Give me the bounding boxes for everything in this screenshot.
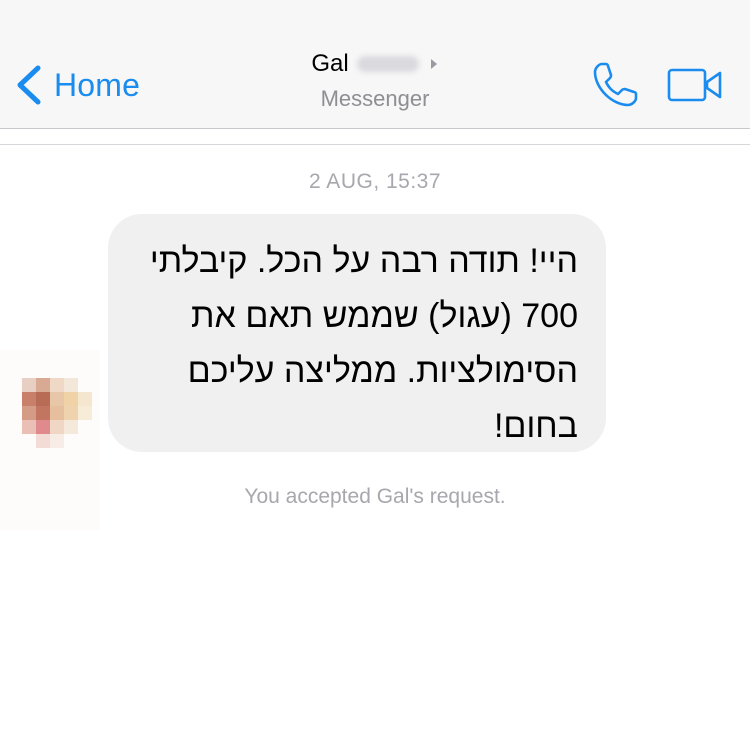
incoming-message-bubble[interactable]: היי! תודה רבה על הכל. קיבלתי 700 (עגול) … [108,214,606,452]
messenger-thread-screen: Home Gal Messenger 2 AUG, 15:37 היי! תוד… [0,0,750,749]
request-accepted-note: You accepted Gal's request. [244,485,506,508]
chevron-left-icon [17,65,41,105]
navigation-bar: Home Gal Messenger [0,0,750,129]
title-row: Gal [240,46,510,82]
back-button-label: Home [54,66,141,103]
blurred-last-name [356,56,419,72]
message-timestamp: 2 AUG, 15:37 [308,170,442,193]
chevron-right-icon [430,59,437,69]
phone-icon[interactable] [590,60,640,110]
conversation-subtitle: Messenger [320,86,430,111]
conversation-title[interactable]: Gal Messenger [240,46,510,112]
divider [0,144,750,145]
back-button[interactable]: Home [14,60,140,110]
contact-name: Gal [311,50,349,77]
video-camera-icon[interactable] [666,66,724,104]
